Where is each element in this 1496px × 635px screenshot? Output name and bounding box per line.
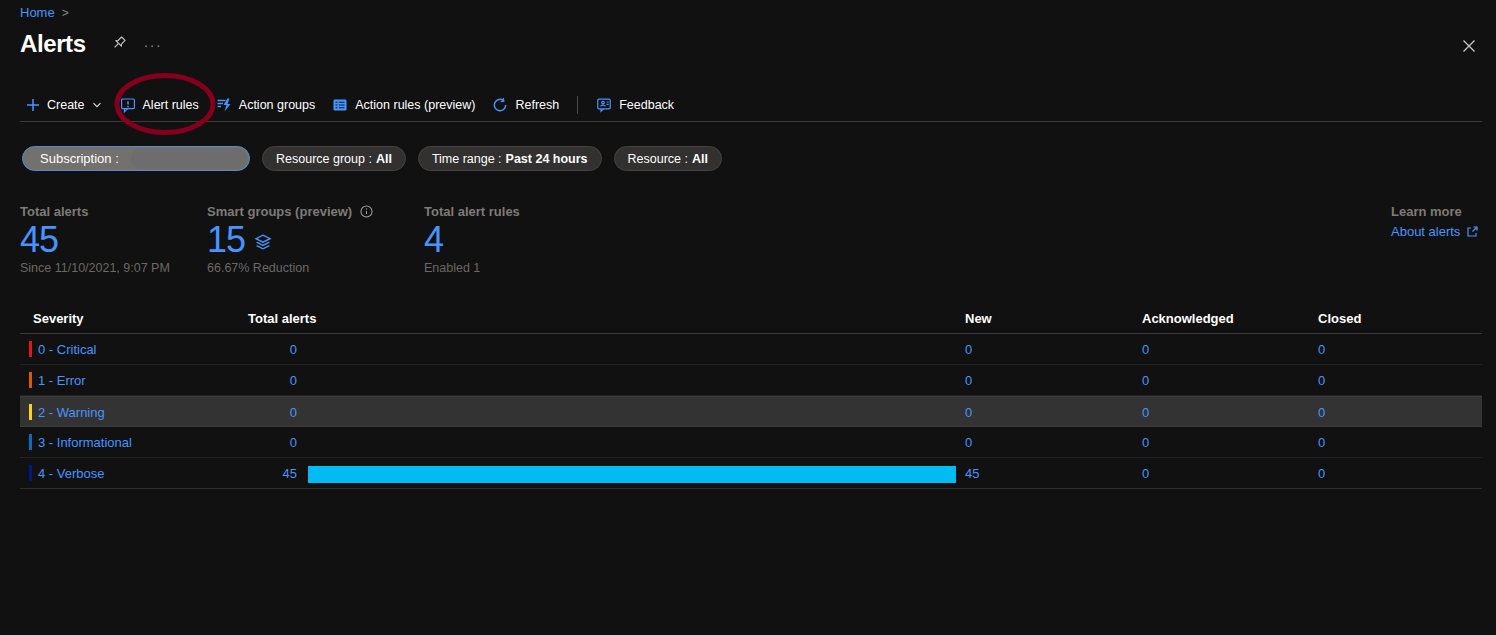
cell-new[interactable]: 45 — [965, 466, 979, 481]
severity-row-informational[interactable]: 3 - Informational 0 0 0 0 — [20, 427, 1482, 458]
close-icon[interactable] — [1461, 38, 1477, 58]
breadcrumb-home[interactable]: Home — [20, 5, 55, 20]
toolbar-divider — [20, 121, 1482, 122]
severity-row-critical[interactable]: 0 - Critical 0 0 0 0 — [20, 334, 1482, 365]
toolbar-refresh-button[interactable]: Refresh — [492, 97, 559, 113]
action-groups-icon — [216, 97, 232, 113]
cell-total-alerts[interactable]: 45 — [180, 466, 297, 481]
column-header-acknowledged[interactable]: Acknowledged — [1142, 311, 1234, 326]
severity-color-bar — [29, 434, 32, 450]
toolbar-label: Refresh — [515, 98, 559, 112]
cell-total-alerts[interactable]: 0 — [180, 435, 297, 450]
cell-closed[interactable]: 0 — [1318, 466, 1325, 481]
external-link-icon — [1466, 226, 1478, 238]
severity-row-error[interactable]: 1 - Error 0 0 0 0 — [20, 365, 1482, 396]
toolbar-label: Create — [47, 98, 85, 112]
severity-row-warning[interactable]: 2 - Warning 0 0 0 0 — [20, 396, 1482, 427]
column-header-closed[interactable]: Closed — [1318, 311, 1361, 326]
severity-link[interactable]: 0 - Critical — [38, 342, 97, 357]
pin-icon[interactable] — [110, 35, 127, 56]
cell-acknowledged[interactable]: 0 — [1142, 342, 1149, 357]
severity-link[interactable]: 4 - Verbose — [38, 466, 105, 481]
filter-pill-subscription[interactable]: Subscription : — [22, 146, 250, 171]
cell-closed[interactable]: 0 — [1318, 405, 1325, 420]
severity-color-bar — [29, 404, 32, 420]
toolbar-feedback-button[interactable]: Feedback — [596, 97, 674, 113]
stat-value[interactable]: 45 — [20, 221, 170, 259]
more-options-button[interactable]: ··· — [144, 37, 163, 53]
toolbar-create-button[interactable]: Create — [26, 98, 103, 112]
plus-icon — [26, 98, 40, 112]
stat-subtext: 66.67% Reduction — [207, 261, 373, 275]
toolbar-label: Action groups — [239, 98, 315, 112]
toolbar-label: Feedback — [619, 98, 674, 112]
layers-icon — [253, 233, 273, 253]
toolbar-separator — [577, 96, 578, 114]
filter-value-redacted — [131, 148, 247, 169]
cell-total-alerts[interactable]: 0 — [180, 342, 297, 357]
stat-total-alerts: Total alerts45Since 11/10/2021, 9:07 PM — [20, 204, 170, 275]
info-icon[interactable] — [360, 205, 373, 218]
action-rules-icon — [332, 97, 348, 113]
table-header-row: Severity Total alerts New Acknowledged Close… — [20, 303, 1482, 334]
severity-link[interactable]: 1 - Error — [38, 373, 86, 388]
severity-color-bar — [29, 465, 32, 481]
cell-acknowledged[interactable]: 0 — [1142, 373, 1149, 388]
column-header-severity[interactable]: Severity — [33, 311, 84, 326]
filter-bar: Subscription : Resource group :All Time ra… — [22, 146, 722, 171]
toolbar-alert-rules-button[interactable]: Alert rules — [120, 97, 199, 113]
stat-value[interactable]: 4 — [424, 221, 520, 259]
severity-color-bar — [29, 372, 32, 388]
toolbar-label: Alert rules — [143, 98, 199, 112]
cell-closed[interactable]: 0 — [1318, 373, 1325, 388]
filter-pill-resource[interactable]: Resource :All — [614, 146, 722, 171]
column-header-new[interactable]: New — [965, 311, 992, 326]
total-alerts-bar — [308, 466, 956, 483]
stat-smart-groups: Smart groups (preview)1566.67% Reduction — [207, 204, 373, 275]
cell-closed[interactable]: 0 — [1318, 342, 1325, 357]
chevron-down-icon — [91, 99, 103, 111]
refresh-icon — [492, 97, 508, 113]
severity-color-bar — [29, 341, 32, 357]
stat-value[interactable]: 15 — [207, 221, 373, 259]
cell-new[interactable]: 0 — [965, 435, 972, 450]
learn-block: Learn more About alerts — [1391, 204, 1478, 239]
breadcrumb: Home > — [20, 5, 69, 20]
toolbar: Create Alert rules Action groups Action rul… — [26, 92, 674, 117]
cell-acknowledged[interactable]: 0 — [1142, 405, 1149, 420]
toolbar-label: Action rules (preview) — [355, 98, 475, 112]
filter-pill-resource-group[interactable]: Resource group :All — [262, 146, 406, 171]
cell-total-alerts[interactable]: 0 — [180, 405, 297, 420]
cell-new[interactable]: 0 — [965, 373, 972, 388]
feedback-icon — [596, 97, 612, 113]
breadcrumb-chevron-icon: > — [62, 6, 69, 20]
cell-acknowledged[interactable]: 0 — [1142, 466, 1149, 481]
alerts-table: Severity Total alerts New Acknowledged Close… — [20, 303, 1482, 489]
severity-link[interactable]: 2 - Warning — [38, 405, 105, 420]
about-alerts-link[interactable]: About alerts — [1391, 224, 1478, 239]
toolbar-action-groups-button[interactable]: Action groups — [216, 97, 315, 113]
alert-rules-icon — [120, 97, 136, 113]
toolbar-action-rules-button[interactable]: Action rules (preview) — [332, 97, 475, 113]
severity-row-verbose[interactable]: 4 - Verbose 45 45 0 0 — [20, 458, 1482, 489]
cell-total-alerts[interactable]: 0 — [180, 373, 297, 388]
stat-subtext: Since 11/10/2021, 9:07 PM — [20, 261, 170, 275]
stat-subtext: Enabled 1 — [424, 261, 520, 275]
cell-closed[interactable]: 0 — [1318, 435, 1325, 450]
page-title: Alerts — [20, 30, 86, 58]
column-header-total-alerts[interactable]: Total alerts — [248, 311, 316, 326]
stat-total-alert-rules: Total alert rules4Enabled 1 — [424, 204, 520, 275]
filter-pill-time-range[interactable]: Time range :Past 24 hours — [418, 146, 602, 171]
learn-more-label: Learn more — [1391, 204, 1478, 219]
cell-new[interactable]: 0 — [965, 405, 972, 420]
cell-new[interactable]: 0 — [965, 342, 972, 357]
cell-acknowledged[interactable]: 0 — [1142, 435, 1149, 450]
severity-link[interactable]: 3 - Informational — [38, 435, 132, 450]
